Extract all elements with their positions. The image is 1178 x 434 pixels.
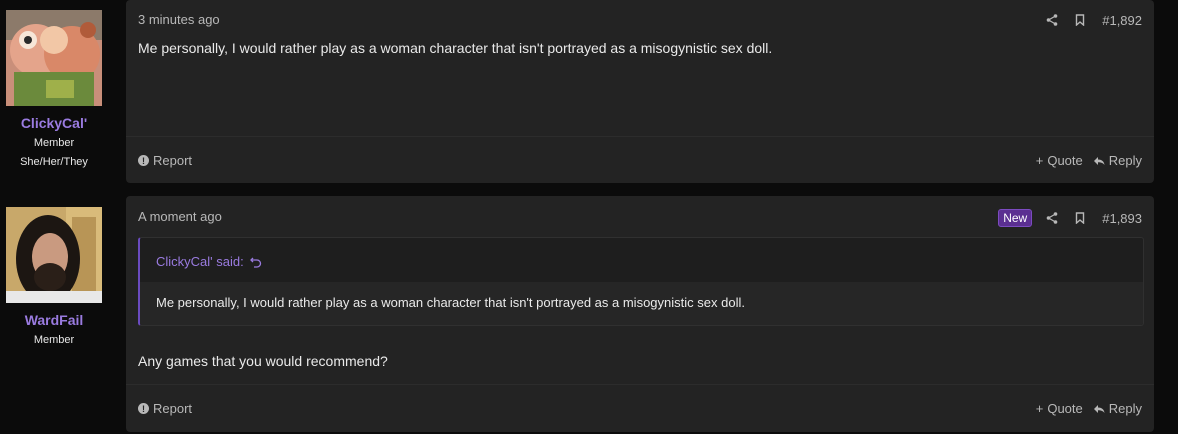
bookmark-icon[interactable] <box>1066 12 1094 28</box>
avatar[interactable] <box>6 10 102 106</box>
quote-block: ClickyCal' said: Me personally, I would … <box>138 237 1144 326</box>
report-label: Report <box>153 153 193 168</box>
report-button[interactable]: ! Report <box>138 153 192 168</box>
username[interactable]: ClickyCal' <box>0 115 108 131</box>
reply-label: Reply <box>1108 401 1142 416</box>
reply-icon <box>1093 404 1105 413</box>
quote-text: Me personally, I would rather play as a … <box>156 295 745 310</box>
post-body: Any games that you would recommend? <box>138 353 388 369</box>
username[interactable]: WardFail <box>0 312 108 328</box>
post-actions-bottom: + Quote Reply <box>1036 153 1142 168</box>
quote-header[interactable]: ClickyCal' said: <box>156 254 262 269</box>
post: ClickyCal' Member She/Her/They 3 minutes… <box>0 0 1178 183</box>
reply-icon <box>1093 156 1105 165</box>
post-timestamp[interactable]: 3 minutes ago <box>138 12 220 27</box>
post-number-link[interactable]: #1,892 <box>1102 13 1142 28</box>
quote-button[interactable]: + Quote <box>1036 401 1083 416</box>
report-label: Report <box>153 401 193 416</box>
post-actions-bottom: + Quote Reply <box>1036 401 1142 416</box>
quote-label: Quote <box>1047 153 1083 168</box>
post-timestamp[interactable]: A moment ago <box>138 209 222 224</box>
post-actions-top: #1,892 <box>1038 12 1142 28</box>
post-actions-top: New #1,893 <box>998 209 1142 227</box>
share-icon[interactable] <box>1038 210 1066 226</box>
reply-label: Reply <box>1108 153 1142 168</box>
post-card: A moment ago New #1,893 ClickyCal' said:… <box>126 196 1154 432</box>
quote-content: Me personally, I would rather play as a … <box>140 282 1143 325</box>
user-pronouns: She/Her/They <box>20 156 88 168</box>
quote-button[interactable]: + Quote <box>1036 153 1083 168</box>
footer-divider <box>126 384 1154 385</box>
share-icon[interactable] <box>1038 12 1066 28</box>
reply-button[interactable]: Reply <box>1093 401 1142 416</box>
post-body: Me personally, I would rather play as a … <box>138 40 773 56</box>
reply-button[interactable]: Reply <box>1093 153 1142 168</box>
plus-icon: + <box>1035 153 1044 168</box>
post-card: 3 minutes ago #1,892 Me personally, I wo… <box>126 0 1154 183</box>
user-title: Member <box>33 334 75 346</box>
post: WardFail Member A moment ago New #1,893 … <box>0 196 1178 432</box>
report-button[interactable]: ! Report <box>138 401 192 416</box>
footer-divider <box>126 136 1154 137</box>
bookmark-icon[interactable] <box>1066 210 1094 226</box>
report-icon: ! <box>138 403 149 414</box>
post-number-link[interactable]: #1,893 <box>1102 211 1142 226</box>
plus-icon: + <box>1035 401 1044 416</box>
new-badge: New <box>998 209 1033 227</box>
jump-to-quote-icon[interactable] <box>249 256 262 268</box>
quote-label: Quote <box>1047 401 1083 416</box>
report-icon: ! <box>138 155 149 166</box>
avatar[interactable] <box>6 207 102 303</box>
quote-author[interactable]: ClickyCal' said: <box>156 254 244 269</box>
user-title: Member <box>33 137 75 149</box>
